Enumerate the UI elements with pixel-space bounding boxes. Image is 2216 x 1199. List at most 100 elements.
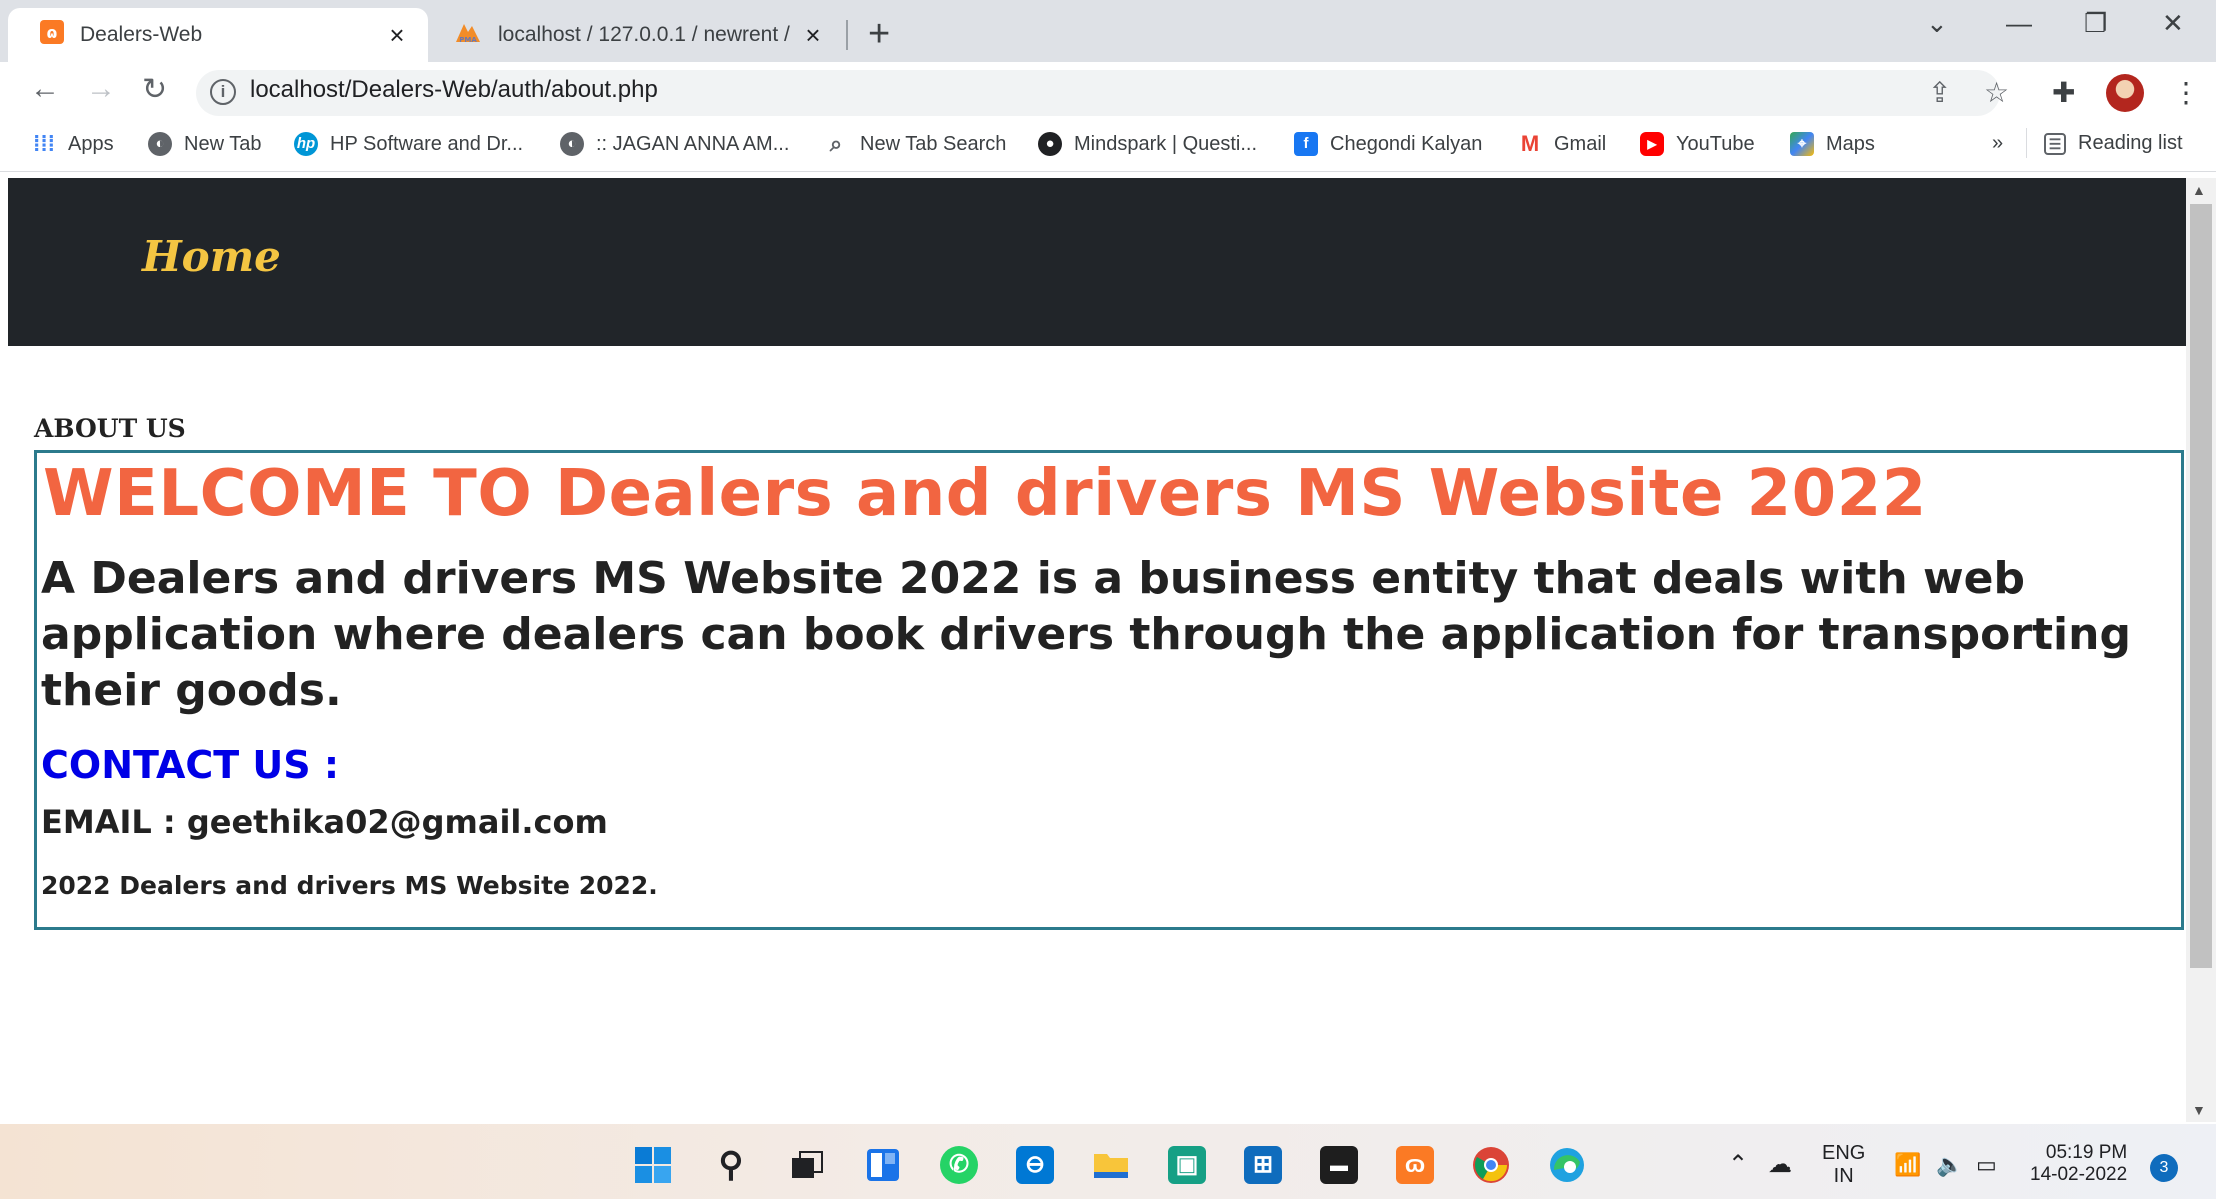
region-label: IN bbox=[1833, 1165, 1854, 1187]
bookmark-label: Apps bbox=[68, 132, 114, 155]
facebook-icon: f bbox=[1294, 132, 1318, 156]
bookmark-label: New Tab Search bbox=[860, 132, 1007, 155]
youtube-icon: ▶ bbox=[1640, 132, 1664, 156]
home-link[interactable]: Home bbox=[142, 232, 281, 281]
minimize-icon[interactable]: — bbox=[2006, 8, 2032, 39]
language-label: ENG bbox=[1822, 1142, 1866, 1164]
date-label: 14-02-2022 bbox=[2030, 1164, 2128, 1185]
bookmark-label: HP Software and Dr... bbox=[330, 132, 524, 155]
new-tab-button[interactable]: + bbox=[868, 13, 890, 56]
edge-icon[interactable] bbox=[1548, 1146, 1586, 1184]
bookmark-gmail[interactable]: M Gmail bbox=[1518, 132, 1606, 156]
bookmark-label: Chegondi Kalyan bbox=[1330, 132, 1483, 155]
bookmark-label: New Tab bbox=[184, 132, 262, 155]
bookmark-hp[interactable]: hp HP Software and Dr... bbox=[294, 132, 523, 156]
apps-grid-icon: ⁞⁞⁞ bbox=[33, 131, 55, 156]
time-label: 05:19 PM bbox=[2045, 1142, 2128, 1163]
bookmark-maps[interactable]: ⌖ Maps bbox=[1790, 132, 1875, 156]
close-window-icon[interactable]: ✕ bbox=[2162, 8, 2184, 39]
bookmark-label: Mindspark | Questi... bbox=[1074, 132, 1258, 155]
reading-list-icon: ☰ bbox=[2044, 132, 2066, 155]
tab-separator bbox=[846, 20, 848, 50]
bookmark-youtube[interactable]: ▶ YouTube bbox=[1640, 132, 1755, 156]
footer-text: 2022 Dealers and drivers MS Website 2022… bbox=[41, 871, 658, 900]
whatsapp-icon[interactable]: ✆ bbox=[940, 1146, 978, 1184]
scroll-down-icon[interactable]: ▼ bbox=[2192, 1102, 2206, 1118]
welcome-heading: WELCOME TO Dealers and drivers MS Websit… bbox=[43, 457, 1927, 531]
bookmark-mindspark[interactable]: ● Mindspark | Questi... bbox=[1038, 132, 1257, 156]
chrome-icon[interactable] bbox=[1472, 1146, 1510, 1184]
task-view-icon[interactable] bbox=[788, 1146, 826, 1184]
about-description: A Dealers and drivers MS Website 2022 is… bbox=[41, 553, 2131, 716]
bookmark-label: :: JAGAN ANNA AM... bbox=[596, 132, 790, 155]
hp-icon: hp bbox=[294, 132, 318, 156]
file-explorer-icon[interactable] bbox=[1092, 1146, 1130, 1184]
bookmark-star-icon[interactable]: ☆ bbox=[1984, 76, 2009, 109]
url-text[interactable]: localhost/Dealers-Web/auth/about.php bbox=[250, 76, 658, 104]
tab-search-icon[interactable]: ⌄ bbox=[1926, 8, 1948, 39]
onedrive-icon[interactable]: ☁ bbox=[1768, 1150, 1792, 1179]
bookmark-jagan[interactable]: ◐ :: JAGAN ANNA AM... bbox=[560, 132, 789, 156]
tray-overflow-icon[interactable]: ⌃ bbox=[1728, 1150, 1748, 1179]
scroll-up-icon[interactable]: ▲ bbox=[2192, 182, 2206, 198]
mindspark-icon: ● bbox=[1038, 132, 1062, 156]
tab-phpmyadmin[interactable]: PMA localhost / 127.0.0.1 / newrent / × bbox=[434, 8, 844, 62]
svg-text:PMA: PMA bbox=[459, 36, 477, 44]
windows-start-icon[interactable] bbox=[634, 1146, 672, 1184]
reload-icon[interactable]: ↻ bbox=[142, 72, 167, 107]
restore-icon[interactable]: ❐ bbox=[2084, 8, 2107, 39]
bookmark-new-tab-search[interactable]: ⌕ New Tab Search bbox=[824, 131, 1007, 156]
reading-list-button[interactable]: ☰ Reading list bbox=[2044, 132, 2183, 155]
globe-icon: ◐ bbox=[148, 132, 172, 156]
close-tab-icon[interactable]: × bbox=[796, 20, 830, 51]
site-navbar: Home bbox=[8, 178, 2186, 346]
site-info-icon[interactable]: i bbox=[210, 79, 236, 105]
screen: ɷ Dealers-Web × PMA localhost / 127.0.0.… bbox=[0, 0, 2216, 1199]
clock[interactable]: 05:19 PM 14-02-2022 bbox=[2030, 1142, 2127, 1186]
bookmark-label: Gmail bbox=[1554, 132, 1607, 155]
contact-email: EMAIL : geethika02@gmail.com bbox=[41, 803, 608, 841]
about-content-box: WELCOME TO Dealers and drivers MS Websit… bbox=[34, 450, 2184, 930]
bookmark-label: YouTube bbox=[1676, 132, 1755, 155]
battery-icon[interactable]: ▭ bbox=[1976, 1152, 1997, 1178]
tab-title: Dealers-Web bbox=[80, 23, 203, 46]
phpmyadmin-icon: PMA bbox=[454, 20, 482, 50]
bookmark-label: Maps bbox=[1826, 132, 1875, 155]
reading-list-label: Reading list bbox=[2078, 132, 2183, 154]
wifi-icon[interactable]: 📶 bbox=[1894, 1152, 1921, 1178]
scrollbar-thumb[interactable] bbox=[2190, 204, 2212, 968]
search-icon[interactable]: ⚲ bbox=[712, 1146, 750, 1184]
bookmark-apps[interactable]: ⁞⁞⁞ Apps bbox=[32, 132, 114, 156]
maps-icon: ⌖ bbox=[1790, 132, 1814, 156]
extensions-icon[interactable]: ✚ bbox=[2052, 76, 2075, 109]
widgets-icon[interactable] bbox=[864, 1146, 902, 1184]
tab-dealers-web[interactable]: ɷ Dealers-Web × bbox=[8, 8, 428, 62]
volume-icon[interactable]: 🔈 bbox=[1936, 1152, 1963, 1178]
web-page: Home ABOUT US WELCOME TO Dealers and dri… bbox=[8, 178, 2186, 1122]
bookmark-divider bbox=[2026, 128, 2027, 158]
xampp-icon: ɷ bbox=[40, 20, 64, 50]
forward-icon[interactable]: → bbox=[86, 72, 116, 106]
share-icon[interactable]: ⇪ bbox=[1928, 76, 1951, 109]
language-indicator[interactable]: ENG IN bbox=[1822, 1142, 1865, 1188]
bookmarks-overflow-icon[interactable]: » bbox=[1992, 132, 2003, 155]
notification-badge[interactable]: 3 bbox=[2150, 1154, 2178, 1182]
menu-icon[interactable]: ⋮ bbox=[2172, 76, 2200, 109]
gmail-icon: M bbox=[1520, 131, 1540, 156]
globe-icon: ◐ bbox=[560, 132, 584, 156]
terminal-icon[interactable]: ▬ bbox=[1320, 1146, 1358, 1184]
bookmark-facebook[interactable]: f Chegondi Kalyan bbox=[1294, 132, 1482, 156]
bookmark-new-tab[interactable]: ◐ New Tab bbox=[148, 132, 261, 156]
contact-heading: CONTACT US : bbox=[41, 743, 340, 787]
dell-icon[interactable]: ⊖ bbox=[1016, 1146, 1054, 1184]
photos-icon[interactable]: ▣ bbox=[1168, 1146, 1206, 1184]
profile-avatar[interactable] bbox=[2106, 74, 2144, 112]
store-icon[interactable]: ⊞ bbox=[1244, 1146, 1282, 1184]
search-icon: ⌕ bbox=[829, 131, 843, 156]
back-icon[interactable]: ← bbox=[30, 72, 60, 106]
tab-title: localhost / 127.0.0.1 / newrent / bbox=[498, 23, 790, 46]
about-heading: ABOUT US bbox=[34, 414, 186, 443]
xampp-icon[interactable]: ɷ bbox=[1396, 1146, 1434, 1184]
close-tab-icon[interactable]: × bbox=[380, 20, 414, 51]
svg-text:ɷ: ɷ bbox=[47, 23, 58, 42]
